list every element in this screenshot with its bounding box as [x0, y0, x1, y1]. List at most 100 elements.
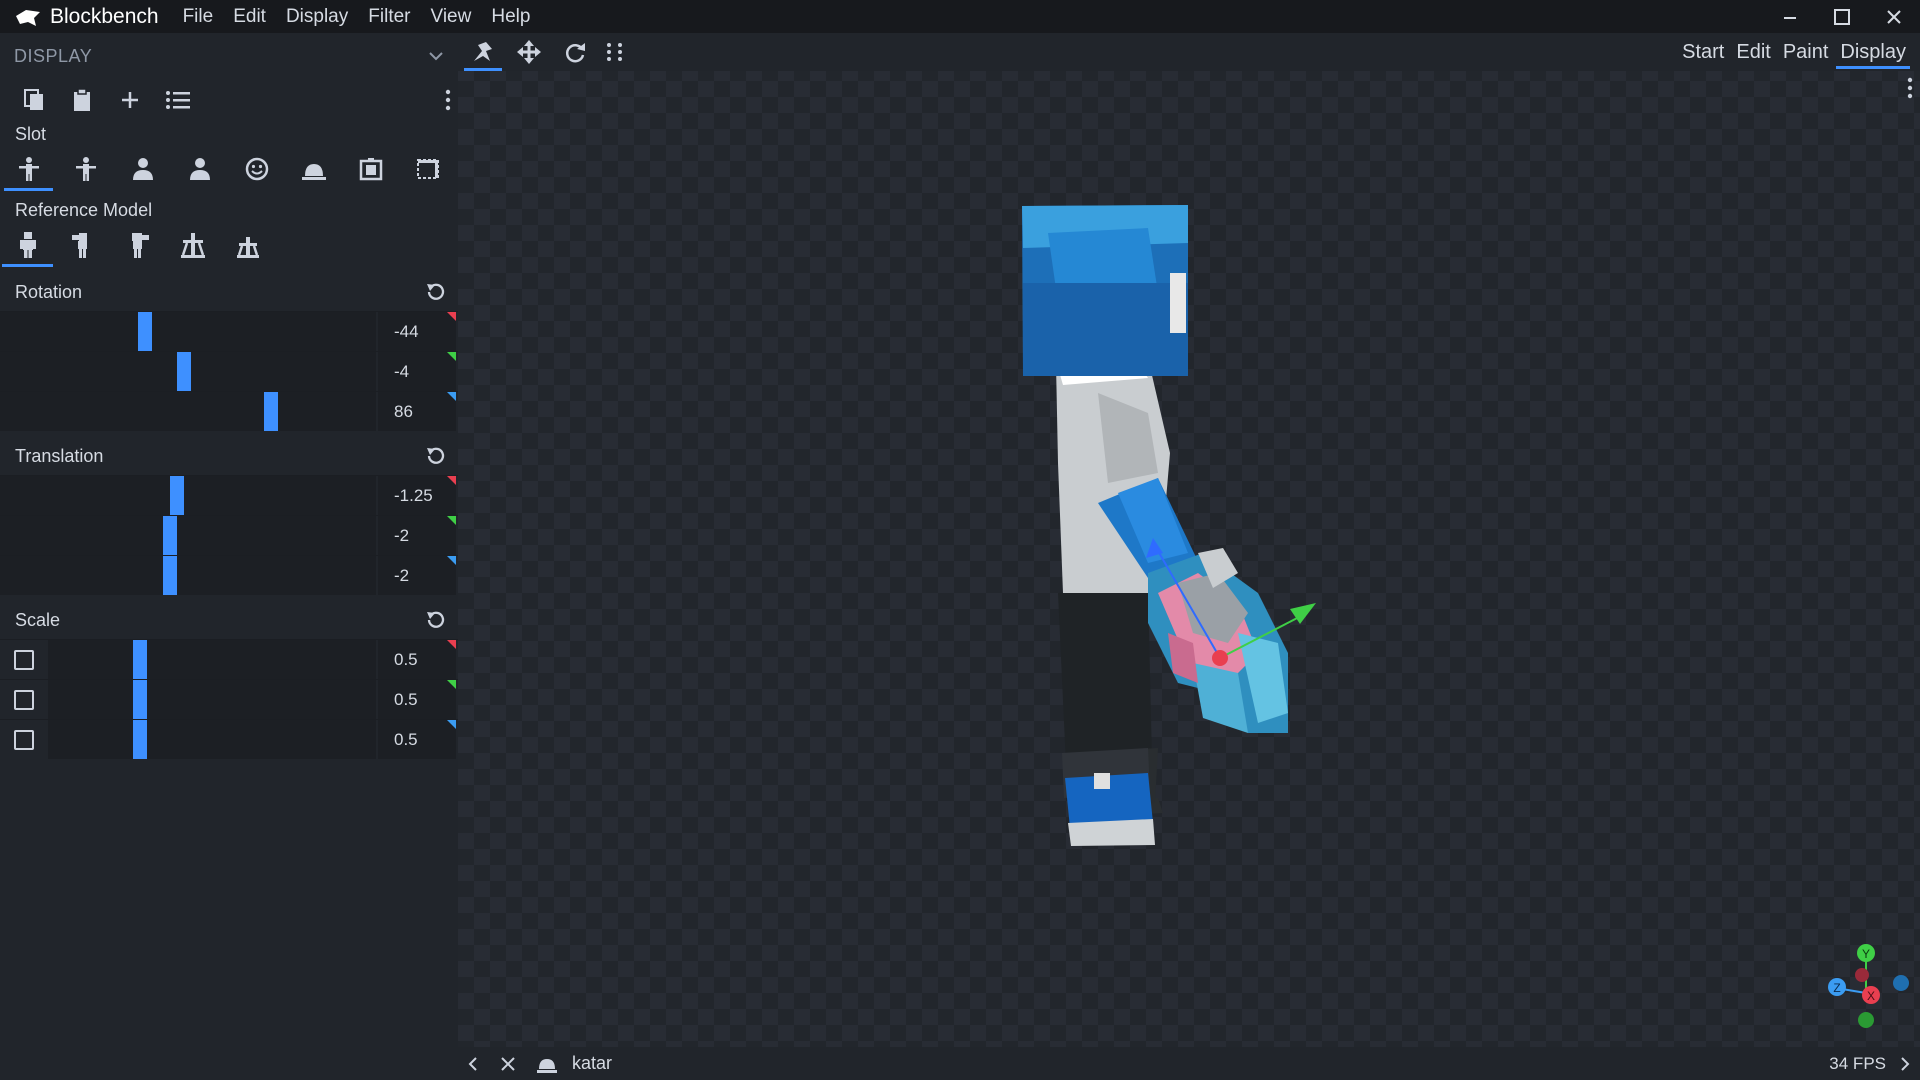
rotation-y-input[interactable]: -4: [378, 352, 456, 391]
mode-edit[interactable]: Edit: [1730, 33, 1776, 71]
y-axis-marker: [447, 516, 456, 525]
translation-y-input[interactable]: -2: [378, 516, 456, 555]
add-preset-button[interactable]: [106, 81, 154, 119]
blockbench-logo-icon: [16, 9, 40, 26]
maximize-button[interactable]: [1816, 0, 1868, 33]
model-icon: [537, 1058, 557, 1073]
minimize-button[interactable]: [1764, 0, 1816, 33]
slot-firstperson-right[interactable]: [114, 147, 171, 191]
ref-zombie-left[interactable]: [110, 223, 165, 267]
ref-player[interactable]: [0, 223, 55, 267]
model-name: katar: [572, 1053, 613, 1073]
scale-y-row: 0.5: [0, 679, 458, 719]
3d-viewport[interactable]: Start Edit Paint Display Y Z X katar 34 …: [458, 33, 1920, 1080]
ref-armor-stand[interactable]: [165, 223, 220, 267]
translation-z-slider[interactable]: [0, 556, 376, 595]
panel-header[interactable]: DISPLAY: [0, 33, 458, 79]
chevron-left-icon[interactable]: [466, 1056, 480, 1072]
model-preview-scene[interactable]: [458, 33, 1920, 1080]
paste-button[interactable]: [58, 81, 106, 119]
menu-file[interactable]: File: [173, 0, 224, 33]
rotation-z-thumb[interactable]: [264, 392, 278, 431]
slot-head[interactable]: [228, 147, 285, 191]
scale-y-slider[interactable]: [48, 680, 376, 719]
y-axis-marker: [447, 680, 456, 689]
person-arm-icon: [18, 157, 39, 181]
scale-z-mirror-checkbox[interactable]: [0, 720, 48, 759]
rotation-y-thumb[interactable]: [177, 352, 191, 391]
list-icon: [166, 91, 190, 109]
scale-x-mirror-checkbox[interactable]: [0, 640, 48, 679]
ref-zombie[interactable]: [55, 223, 110, 267]
translation-z-thumb[interactable]: [163, 556, 177, 595]
rotation-x-slider[interactable]: [0, 312, 376, 351]
viewport-menu-button[interactable]: [1906, 77, 1914, 104]
reset-rotation-icon[interactable]: [424, 281, 446, 303]
slot-firstperson-left[interactable]: [171, 147, 228, 191]
slot-thirdperson-right[interactable]: [0, 147, 57, 191]
menu-view[interactable]: View: [421, 0, 482, 33]
gizmo-z-label: Z: [1833, 981, 1840, 995]
reset-translation-icon[interactable]: [424, 445, 446, 467]
translation-x-slider[interactable]: [0, 476, 376, 515]
viewport-toolbar: Start Edit Paint Display: [458, 33, 1920, 71]
scale-y-input[interactable]: 0.5: [378, 680, 456, 719]
slot-item-frame[interactable]: [342, 147, 399, 191]
gizmo-y-label: Y: [1862, 947, 1870, 961]
panel-menu-button[interactable]: [444, 89, 452, 116]
translation-z-input[interactable]: -2: [378, 556, 456, 595]
rotation-header: Rotation: [0, 273, 458, 311]
scale-z-slider[interactable]: [48, 720, 376, 759]
kebab-menu-icon: [1907, 77, 1913, 99]
scale-x-input[interactable]: 0.5: [378, 640, 456, 679]
mode-start[interactable]: Start: [1676, 33, 1730, 71]
panel-toolbar: [0, 79, 458, 121]
rotation-z-slider[interactable]: [0, 392, 376, 431]
translation-x-thumb[interactable]: [170, 476, 184, 515]
menu-edit[interactable]: Edit: [223, 0, 276, 33]
copy-button[interactable]: [10, 81, 58, 119]
menu-display[interactable]: Display: [276, 0, 358, 33]
chevron-down-icon[interactable]: [428, 50, 444, 62]
scale-z-thumb[interactable]: [133, 720, 147, 759]
rotation-z-input[interactable]: 86: [378, 392, 456, 431]
frame-icon: [359, 158, 382, 181]
rotation-x-input[interactable]: -44: [378, 312, 456, 351]
scale-y-thumb[interactable]: [133, 680, 147, 719]
close-window-button[interactable]: [1868, 0, 1920, 33]
mode-display[interactable]: Display: [1834, 33, 1912, 71]
more-dots-icon: [607, 43, 622, 61]
chevron-right-icon[interactable]: [1898, 1056, 1912, 1072]
scale-y-mirror-checkbox[interactable]: [0, 680, 48, 719]
status-bar: katar 34 FPS: [458, 1047, 1920, 1080]
translation-x-input[interactable]: -1.25: [378, 476, 456, 515]
app-brand: Blockbench: [0, 5, 159, 29]
axis-navigation-gizmo[interactable]: Y Z X: [1816, 938, 1916, 1038]
scale-x-slider[interactable]: [48, 640, 376, 679]
rotate-tool[interactable]: [552, 33, 598, 71]
menu-filter[interactable]: Filter: [358, 0, 420, 33]
display-tool[interactable]: [460, 33, 506, 71]
more-tools-button[interactable]: [598, 33, 632, 71]
slot-ground[interactable]: [285, 147, 342, 191]
panel-title: DISPLAY: [14, 45, 93, 66]
mode-paint[interactable]: Paint: [1777, 33, 1835, 71]
scale-x-thumb[interactable]: [133, 640, 147, 679]
reset-scale-icon[interactable]: [424, 609, 446, 631]
checkbox-box: [14, 649, 34, 670]
menu-help[interactable]: Help: [481, 0, 540, 33]
translation-y-slider[interactable]: [0, 516, 376, 555]
kebab-menu-icon: [445, 89, 451, 111]
slot-thirdperson-left[interactable]: [57, 147, 114, 191]
smiley-icon: [245, 157, 268, 181]
ref-armor-stand-small[interactable]: [220, 223, 275, 267]
close-icon[interactable]: [500, 1056, 516, 1072]
move-tool[interactable]: [506, 33, 552, 71]
translation-y-thumb[interactable]: [163, 516, 177, 555]
zombie-model-icon: [131, 233, 149, 258]
scale-z-input[interactable]: 0.5: [378, 720, 456, 759]
rotation-y-slider[interactable]: [0, 352, 376, 391]
preset-list-button[interactable]: [154, 81, 202, 119]
rotation-x-thumb[interactable]: [138, 312, 152, 351]
slot-gui[interactable]: [399, 147, 456, 191]
